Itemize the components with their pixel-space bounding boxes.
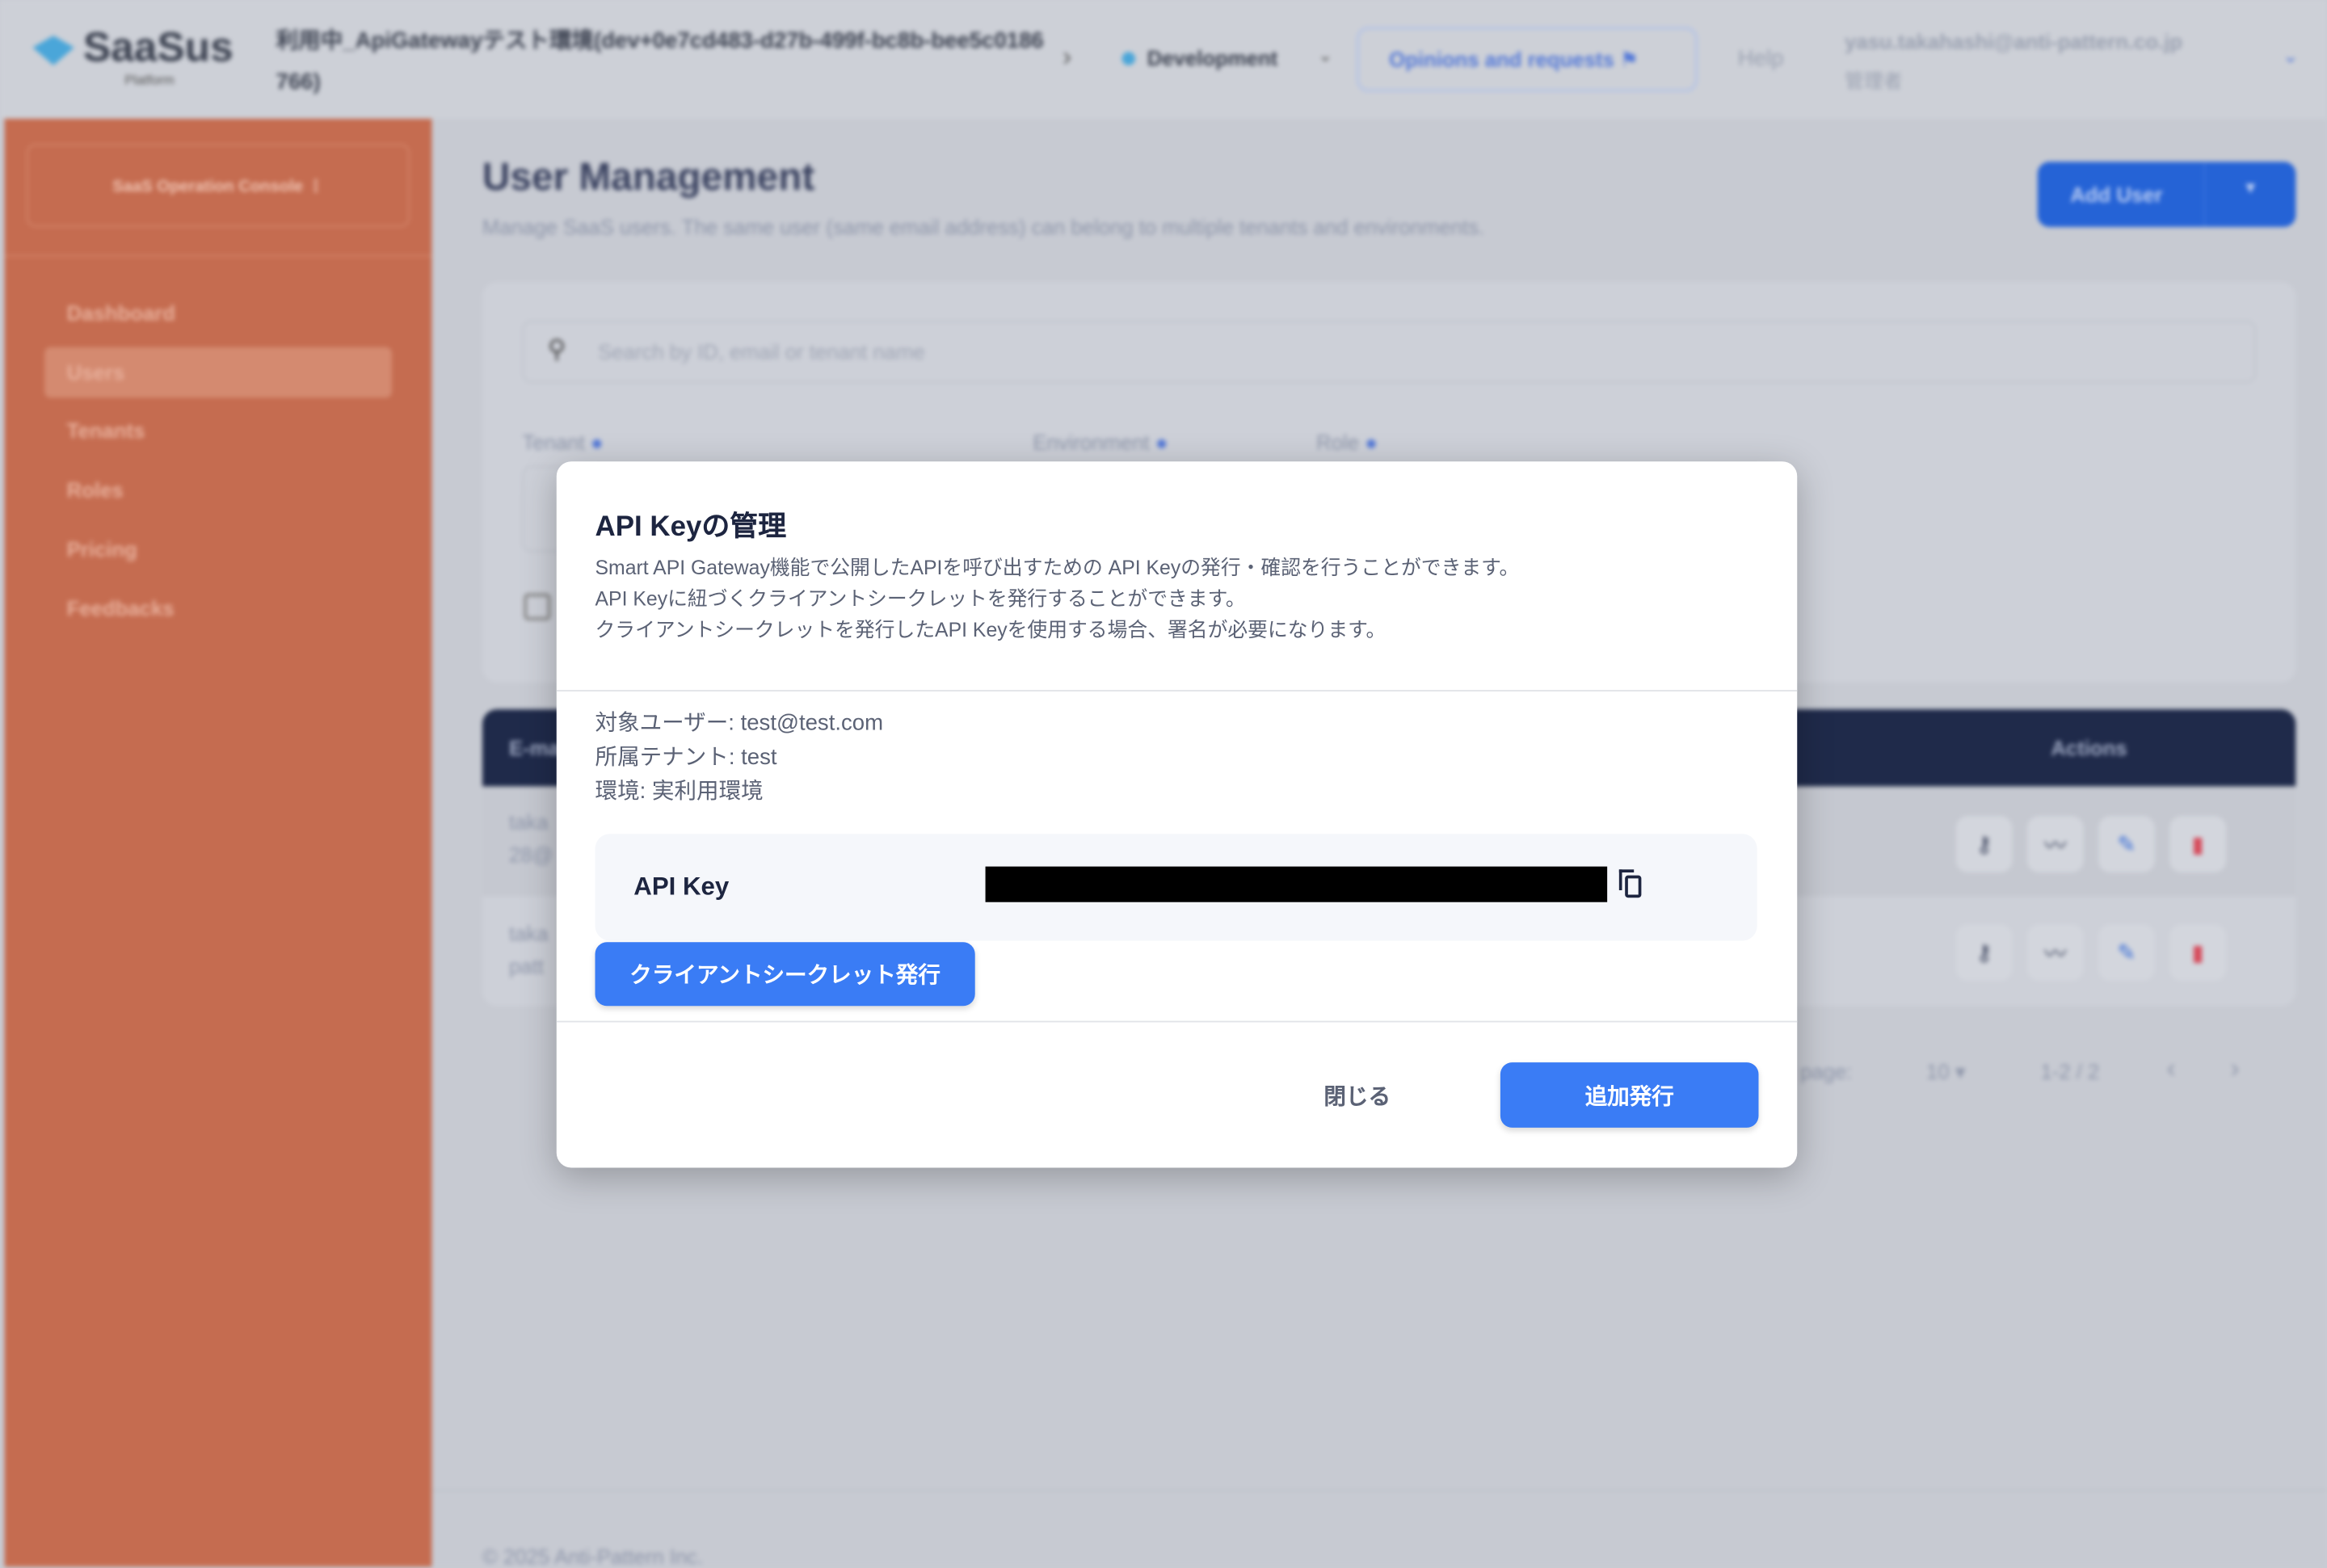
next-page-icon[interactable]: › [2231, 1053, 2240, 1085]
user-menu-chevron-icon[interactable]: ⌄ [2283, 44, 2299, 68]
info-icon: ● [590, 430, 604, 455]
add-issue-button[interactable]: 追加発行 [1500, 1062, 1759, 1128]
dialog-title: API Keyの管理 [595, 511, 787, 544]
delete-icon[interactable]: ▮ [2169, 816, 2227, 872]
footer-copyright: © 2025 Anti-Pattern Inc. [482, 1545, 704, 1568]
description-line: API Keyに紐づくクライアントシークレットを発行することができます。 [595, 587, 1246, 610]
add-user-button[interactable]: Add User ▼ [2037, 162, 2296, 228]
checkbox[interactable] [524, 593, 551, 620]
page-range: 1-2 / 2 [2040, 1059, 2100, 1083]
help-link[interactable]: Help [1738, 46, 1784, 71]
email-cell: patt [508, 953, 544, 978]
console-label: SaaS Operation Console [112, 178, 303, 196]
sidebar: SaaS Operation Console ⋮ Dashboard Users… [4, 118, 432, 1567]
logo-icon [32, 36, 74, 65]
search-icon: ⚲ [547, 335, 566, 364]
target-info: 対象ユーザー: test@test.com 所属テナント: test 環境: 実… [595, 706, 884, 809]
status-dot-icon [1121, 52, 1136, 65]
edit-icon[interactable]: ✎ [2098, 816, 2155, 872]
user-role: 管理者 [1845, 69, 1903, 92]
divider [2203, 162, 2206, 228]
sidebar-item-tenants[interactable]: Tenants [67, 418, 145, 442]
info-icon: ● [1365, 430, 1378, 455]
copy-icon-back [1618, 869, 1635, 891]
add-user-label: Add User [2070, 182, 2163, 207]
activity-icon[interactable]: 〰 [2026, 816, 2084, 872]
info-icon: ● [1155, 430, 1168, 455]
value: 10 [1926, 1059, 1950, 1083]
copy-icon[interactable] [1618, 869, 1642, 898]
divider [4, 254, 432, 257]
email-cell: 28@ [508, 843, 553, 867]
logo-text: SaaSus [82, 23, 234, 70]
top-header: SaaSus Platform 利用中_ApiGatewayテスト環境(dev+… [0, 0, 2327, 119]
target-user: 対象ユーザー: test@test.com [595, 710, 884, 737]
rows-per-page-select[interactable]: 10 ▾ [1926, 1059, 1966, 1084]
api-key-row: API Key [595, 834, 1757, 941]
issue-client-secret-button[interactable]: クライアントシークレット発行 [595, 942, 975, 1007]
caret-down-icon[interactable]: ▼ [2242, 179, 2258, 197]
email-cell: taka [508, 921, 549, 945]
api-key-dialog: API Keyの管理 Smart API Gateway機能で公開したAPIを呼… [556, 461, 1798, 1168]
divider [556, 690, 1798, 692]
environment-select[interactable]: Development [1147, 46, 1277, 69]
search-placeholder: Search by ID, email or tenant name [598, 339, 925, 364]
sidebar-item-pricing[interactable]: Pricing [67, 537, 137, 561]
prev-page-icon[interactable]: ‹ [2167, 1053, 2176, 1085]
environment-filter-label: Environment ● [1033, 431, 1168, 454]
label: Role [1316, 430, 1360, 455]
role-filter-label: Role ● [1316, 431, 1378, 454]
divider [556, 1020, 1798, 1023]
delete-icon[interactable]: ▮ [2169, 924, 2227, 982]
key-icon[interactable]: ⚷ [1955, 816, 2013, 872]
feedback-icon: ⚑ [1619, 47, 1639, 72]
footer-divider [431, 1490, 2327, 1491]
api-key-value-redacted [985, 866, 1608, 902]
chevron-down-icon: ⌄ [1317, 44, 1333, 65]
sidebar-item-roles[interactable]: Roles [67, 477, 124, 501]
sidebar-item-dashboard[interactable]: Dashboard [67, 301, 175, 325]
activity-icon[interactable]: 〰 [2026, 924, 2084, 982]
user-email[interactable]: yasu.takahashi@anti-pattern.co.jp [1845, 30, 2182, 53]
description-line: クライアントシークレットを発行したAPI Keyを使用する場合、署名が必要になり… [595, 618, 1387, 641]
sidebar-item-users[interactable]: Users [67, 360, 124, 384]
close-button[interactable]: 閉じる [1323, 1080, 1391, 1112]
dialog-description: Smart API Gateway機能で公開したAPIを呼び出すための API … [595, 552, 1520, 645]
opinions-button[interactable]: Opinions and requests ⚑ [1356, 27, 1698, 92]
logo-subtext: Platform [124, 72, 175, 88]
target-environment: 環境: 実利用環境 [595, 779, 764, 805]
edit-icon[interactable]: ✎ [2098, 924, 2155, 982]
page-subtitle: Manage SaaS users. The same user (same e… [482, 215, 1485, 239]
api-key-label: API Key [633, 872, 730, 901]
email-cell: taka [508, 809, 549, 834]
tenant-filter-label: Tenant ● [523, 431, 604, 454]
label: Tenant [522, 430, 585, 455]
opinions-label: Opinions and requests [1389, 47, 1614, 72]
search-input[interactable]: ⚲ Search by ID, email or tenant name [522, 320, 2256, 383]
sidebar-item-feedbacks[interactable]: Feedbacks [67, 596, 175, 620]
environment-path[interactable]: 利用中_ApiGatewayテスト環境(dev+0e7cd483-d27b-49… [276, 21, 1048, 104]
chevron-right-icon: › [1063, 41, 1072, 72]
label: Environment [1033, 430, 1150, 455]
target-tenant: 所属テナント: test [595, 745, 777, 771]
key-icon[interactable]: ⚷ [1955, 924, 2013, 982]
column-actions: Actions [2051, 736, 2127, 760]
console-select[interactable]: SaaS Operation Console ⋮ [27, 144, 410, 228]
page-title: User Management [482, 154, 815, 200]
description-line: Smart API Gateway機能で公開したAPIを呼び出すための API … [595, 556, 1520, 579]
